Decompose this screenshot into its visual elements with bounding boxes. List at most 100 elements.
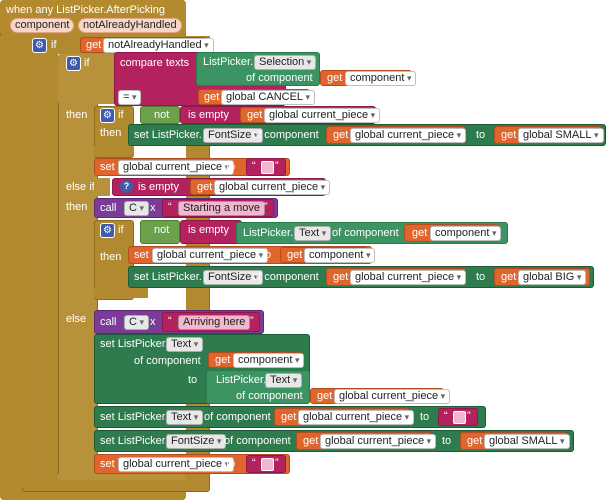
gear-icon[interactable]: ⚙ xyxy=(100,108,115,123)
of-component-label: of component xyxy=(204,411,271,423)
var-dropdown-notalreadyhandled[interactable]: notAlreadyHandled xyxy=(103,38,214,53)
empty-string-field[interactable] xyxy=(261,458,274,471)
gear-icon[interactable]: ⚙ xyxy=(32,38,47,53)
property-dropdown-text[interactable]: Text xyxy=(294,226,332,241)
set-listpicker-label: set ListPicker. xyxy=(134,129,202,141)
var-dropdown-global-small[interactable]: global SMALL xyxy=(484,434,570,449)
else-label: else xyxy=(66,313,87,325)
text-field-starting-a-move[interactable]: Starting a move xyxy=(178,201,266,216)
set-label: set xyxy=(134,249,149,261)
var-dropdown-global-big[interactable]: global BIG xyxy=(518,270,587,285)
get-label: get xyxy=(215,354,231,366)
get-label: get xyxy=(501,271,517,283)
set-label: set xyxy=(100,458,115,470)
then-label: then xyxy=(100,127,122,139)
to-label: to xyxy=(188,374,198,386)
event-title: when any ListPicker.AfterPicking xyxy=(6,4,165,16)
x-label: x xyxy=(150,316,156,328)
of-component-label: of component xyxy=(236,390,303,402)
to-label: to xyxy=(226,458,236,470)
of-component-label: of component xyxy=(252,129,319,141)
set-listpicker-label: set ListPicker. xyxy=(100,435,168,447)
quote-open: “ xyxy=(252,457,256,469)
param-notalreadyhandled[interactable]: notAlreadyHandled xyxy=(78,18,182,33)
property-dropdown-selection[interactable]: Selection xyxy=(254,55,317,70)
get-label: get xyxy=(412,227,428,239)
if-label: if xyxy=(118,224,124,236)
quote-close: ” xyxy=(264,201,268,213)
of-component-label: of component xyxy=(252,271,319,283)
of-component-label: of component xyxy=(224,435,291,447)
if-label: if xyxy=(84,57,90,69)
gear-icon[interactable]: ⚙ xyxy=(100,223,115,238)
is-empty-label: is empty xyxy=(188,109,229,121)
get-label: get xyxy=(467,435,483,447)
empty-string-field[interactable] xyxy=(261,161,274,174)
text-field-arriving-here[interactable]: Arriving here xyxy=(178,315,251,330)
compare-operator-dropdown[interactable]: = xyxy=(118,90,142,105)
var-dropdown-component[interactable]: component xyxy=(304,248,376,263)
var-dropdown-global-current-piece[interactable]: global current_piece xyxy=(320,434,437,449)
not-label: not xyxy=(154,109,170,121)
of-component-label: of component xyxy=(246,72,313,84)
set-listpicker-label: set ListPicker. xyxy=(100,411,168,423)
listpicker-label: ListPicker. xyxy=(216,374,267,386)
compare-texts-label: compare texts xyxy=(120,57,190,69)
quote-open: “ xyxy=(168,315,172,327)
else-if-label: else if xyxy=(66,181,95,193)
var-dropdown-global-current-piece[interactable]: global current_piece xyxy=(118,160,235,175)
listpicker-label: ListPicker. xyxy=(243,227,294,239)
get-label: get xyxy=(287,249,303,261)
is-empty-label: is empty xyxy=(138,181,179,193)
get-label: get xyxy=(333,271,349,283)
procedure-dropdown-c[interactable]: C xyxy=(124,315,149,330)
var-dropdown-component[interactable]: component xyxy=(345,71,417,86)
of-component-label: of component xyxy=(134,355,201,367)
procedure-dropdown-c[interactable]: C xyxy=(124,201,149,216)
var-dropdown-global-current-piece[interactable]: global current_piece xyxy=(350,128,467,143)
property-dropdown-text[interactable]: Text xyxy=(166,410,204,425)
get-label: get xyxy=(317,390,333,402)
quote-open: “ xyxy=(168,201,172,213)
quote-close: ” xyxy=(275,160,279,172)
empty-string-field[interactable] xyxy=(453,411,466,424)
to-label: to xyxy=(476,271,486,283)
var-dropdown-global-current-piece[interactable]: global current_piece xyxy=(152,248,269,263)
is-empty-label: is empty xyxy=(188,224,229,236)
quote-close: ” xyxy=(467,410,471,422)
call-label: call xyxy=(100,202,117,214)
then-label: then xyxy=(100,251,122,263)
param-component[interactable]: component xyxy=(10,18,75,33)
quote-close: ” xyxy=(250,315,254,327)
to-label: to xyxy=(476,129,486,141)
gear-icon[interactable]: ⚙ xyxy=(66,56,81,71)
x-label: x xyxy=(150,202,156,214)
var-dropdown-global-current-piece[interactable]: global current_piece xyxy=(298,410,415,425)
var-dropdown-global-small[interactable]: global SMALL xyxy=(518,128,604,143)
var-dropdown-global-current-piece[interactable]: global current_piece xyxy=(334,389,451,404)
get-label: get xyxy=(327,72,343,84)
to-label: to xyxy=(442,435,452,447)
quote-open: “ xyxy=(444,410,448,422)
get-label: get xyxy=(86,39,102,51)
var-dropdown-component[interactable]: component xyxy=(233,353,305,368)
property-dropdown-text[interactable]: Text xyxy=(265,373,303,388)
property-dropdown-fontsize[interactable]: FontSize xyxy=(166,434,227,449)
question-icon[interactable]: ? xyxy=(120,180,133,193)
not-label: not xyxy=(154,224,170,236)
property-dropdown-text[interactable]: Text xyxy=(166,337,204,352)
of-component-label: of component xyxy=(332,227,399,239)
var-dropdown-global-current-piece[interactable]: global current_piece xyxy=(214,180,331,195)
set-listpicker-label: set ListPicker. xyxy=(134,271,202,283)
call-label: call xyxy=(100,316,117,328)
get-label: get xyxy=(303,435,319,447)
var-dropdown-component[interactable]: component xyxy=(430,226,502,241)
get-label: get xyxy=(501,129,517,141)
set-listpicker-label: set ListPicker. xyxy=(100,338,168,350)
set-label: set xyxy=(100,161,115,173)
to-label: to xyxy=(226,161,236,173)
var-dropdown-global-current-piece[interactable]: global current_piece xyxy=(118,457,235,472)
var-dropdown-global-current-piece[interactable]: global current_piece xyxy=(350,270,467,285)
var-dropdown-global-current-piece[interactable]: global current_piece xyxy=(264,108,381,123)
var-dropdown-global-cancel[interactable]: global CANCEL xyxy=(221,90,316,105)
